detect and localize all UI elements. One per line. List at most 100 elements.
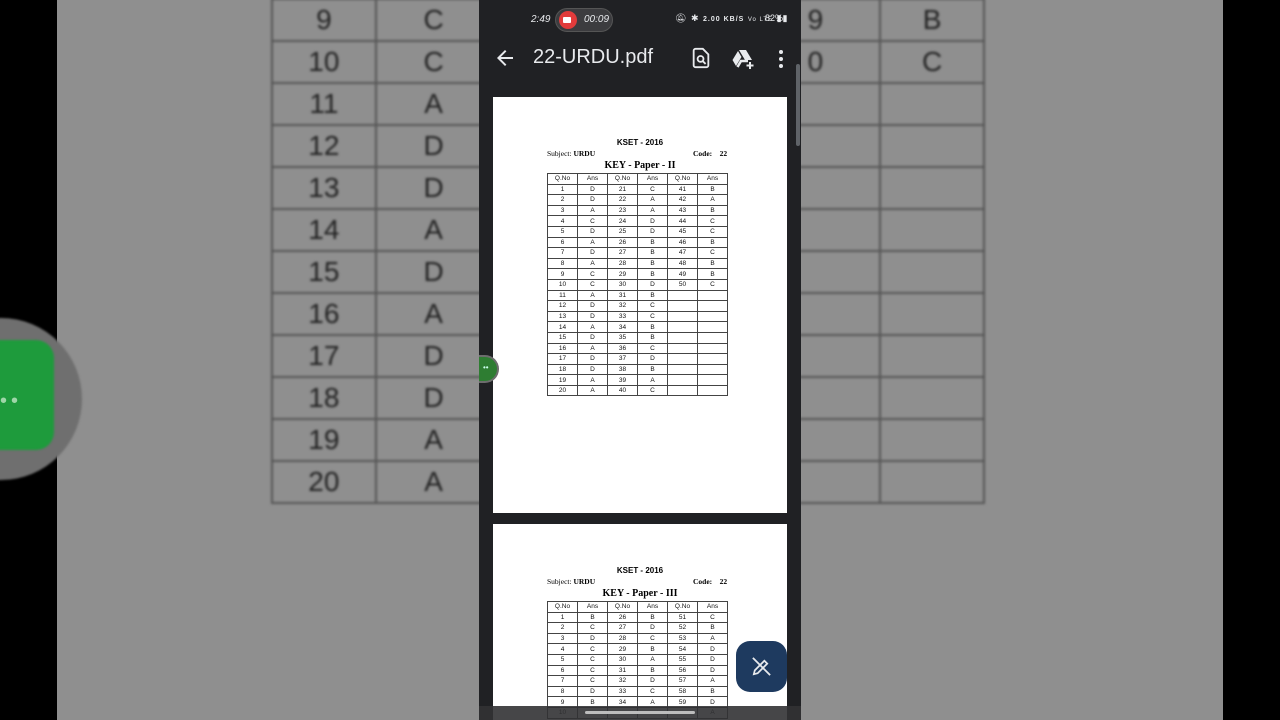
table-header-cell: Q.No bbox=[667, 601, 698, 613]
table-header-cell: Q.No bbox=[607, 173, 638, 185]
answer-key-table: Q.No Ans Q.No Ans Q.No Ans 1 D 21 C 41 B 2 D 22 A 42 A 3 A 2… bbox=[547, 173, 728, 397]
table-cell: B bbox=[637, 643, 668, 655]
background-cell: B bbox=[879, 0, 985, 42]
table-cell: 8 bbox=[547, 257, 578, 270]
home-indicator[interactable] bbox=[585, 711, 695, 714]
table-cell: 4 bbox=[547, 643, 578, 655]
table-row: 1 D 21 C 41 B bbox=[547, 183, 728, 196]
table-cell: B bbox=[637, 247, 668, 259]
page-exam-title: KSET - 2016 bbox=[616, 566, 664, 575]
status-time: 2:49 bbox=[531, 14, 551, 25]
table-cell: D bbox=[577, 225, 608, 238]
table-cell: D bbox=[697, 653, 728, 666]
table-row: 20 A 40 C bbox=[547, 384, 728, 397]
table-cell: C bbox=[577, 268, 608, 280]
table-cell: 37 bbox=[607, 353, 638, 365]
page-code: Code: 22 bbox=[693, 577, 727, 586]
table-header-cell: Ans bbox=[637, 601, 668, 613]
table-cell: 32 bbox=[607, 300, 638, 312]
background-cell bbox=[879, 418, 985, 462]
table-cell: 5 bbox=[547, 225, 578, 238]
subject-value: URDU bbox=[573, 577, 596, 586]
app-bar: 22-URDU.pdf bbox=[479, 38, 801, 82]
table-cell bbox=[667, 289, 698, 302]
table-cell bbox=[667, 310, 698, 323]
table-cell: 14 bbox=[547, 321, 578, 333]
table-row: 11 A 31 B bbox=[547, 289, 728, 302]
table-cell: 45 bbox=[667, 225, 698, 238]
table-cell bbox=[697, 331, 728, 344]
document-title: 22-URDU.pdf bbox=[533, 46, 654, 68]
scrollbar-thumb[interactable] bbox=[796, 64, 800, 146]
table-cell: 33 bbox=[607, 685, 638, 698]
table-cell: 8 bbox=[547, 685, 578, 698]
table-cell bbox=[697, 374, 728, 386]
table-cell: A bbox=[577, 204, 608, 217]
table-cell bbox=[697, 353, 728, 365]
more-vert-icon[interactable] bbox=[772, 47, 790, 71]
table-cell: C bbox=[637, 183, 668, 196]
answer-key-table: Q.No Ans Q.No Ans Q.No Ans 1 B 26 B 51 C 2 C 27 D 52 B 3 D 2… bbox=[547, 601, 728, 719]
table-cell: 4 bbox=[547, 215, 578, 227]
background-cell bbox=[879, 124, 985, 168]
table-cell bbox=[697, 363, 728, 376]
background-cell bbox=[879, 166, 985, 210]
background-cell: C bbox=[374, 0, 493, 42]
table-header-cell: Q.No bbox=[547, 173, 578, 185]
table-cell: 33 bbox=[607, 310, 638, 323]
table-cell: 50 bbox=[667, 278, 698, 291]
background-cell: A bbox=[374, 208, 493, 252]
table-cell: B bbox=[697, 204, 728, 217]
table-row: 1 B 26 B 51 C bbox=[547, 611, 728, 624]
background-cell bbox=[879, 250, 985, 294]
table-cell: A bbox=[577, 236, 608, 249]
background-cell: A bbox=[374, 82, 493, 126]
table-cell: 18 bbox=[547, 363, 578, 376]
table-cell: 11 bbox=[547, 289, 578, 302]
table-header-cell: Q.No bbox=[667, 173, 698, 185]
page-key-title: KEY - Paper - III bbox=[602, 588, 678, 599]
table-row: 6 A 26 B 46 B bbox=[547, 236, 728, 249]
background-cell: A bbox=[374, 460, 493, 504]
background-cell: C bbox=[374, 40, 493, 84]
table-header-row: Q.No Ans Q.No Ans Q.No Ans bbox=[547, 173, 728, 185]
table-header-cell: Ans bbox=[577, 173, 608, 185]
table-cell: 10 bbox=[547, 278, 578, 291]
phone-screen: 2:49 00:09 🔕︎ ✱ 2.00 KB/S Vo LTE ▮▮ 82% … bbox=[479, 0, 801, 720]
screen-record-indicator[interactable]: 00:09 bbox=[555, 8, 613, 32]
table-cell: C bbox=[637, 384, 668, 397]
back-arrow-icon[interactable] bbox=[493, 46, 517, 70]
table-cell: B bbox=[637, 664, 668, 677]
table-cell: 35 bbox=[607, 331, 638, 344]
table-cell bbox=[697, 321, 728, 333]
table-cell: B bbox=[637, 236, 668, 249]
table-cell: B bbox=[637, 611, 668, 624]
table-cell bbox=[697, 300, 728, 312]
background-cell: A bbox=[374, 292, 493, 336]
edit-fab-button[interactable] bbox=[736, 641, 787, 692]
battery-level: 82% bbox=[765, 13, 784, 23]
table-cell: 15 bbox=[547, 331, 578, 344]
table-cell: D bbox=[577, 685, 608, 698]
table-header-cell: Ans bbox=[697, 601, 728, 613]
background-cell: D bbox=[374, 334, 493, 378]
table-row: 13 D 33 C bbox=[547, 310, 728, 323]
table-cell: 54 bbox=[667, 643, 698, 655]
table-cell: 23 bbox=[607, 204, 638, 217]
table-cell: 40 bbox=[607, 384, 638, 397]
drive-add-icon[interactable] bbox=[731, 47, 755, 71]
table-cell: D bbox=[577, 247, 608, 259]
page-key-title: KEY - Paper - II bbox=[604, 160, 676, 171]
table-cell: A bbox=[577, 374, 608, 386]
table-cell: 2 bbox=[547, 622, 578, 634]
table-header-cell: Q.No bbox=[547, 601, 578, 613]
table-row: 19 A 39 A bbox=[547, 374, 728, 386]
table-header-cell: Q.No bbox=[607, 601, 638, 613]
table-cell: B bbox=[697, 622, 728, 634]
table-cell: 26 bbox=[607, 611, 638, 624]
table-cell: 12 bbox=[547, 300, 578, 312]
background-cell bbox=[879, 376, 985, 420]
table-cell: 31 bbox=[607, 664, 638, 677]
find-in-page-icon[interactable] bbox=[690, 47, 712, 69]
table-row: 3 D 28 C 53 A bbox=[547, 632, 728, 645]
